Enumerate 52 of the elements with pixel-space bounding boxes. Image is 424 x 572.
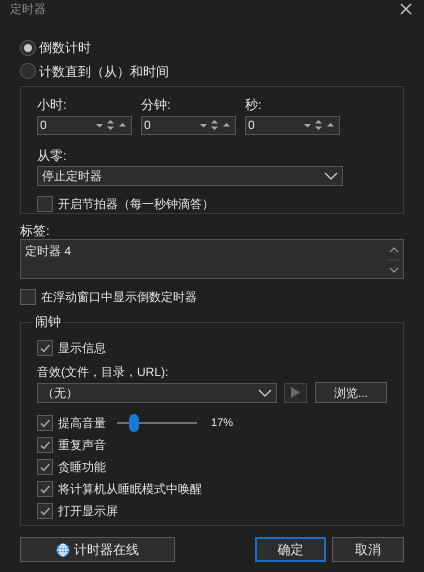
- field-label: 音效(文件，目录，URL):: [37, 364, 170, 380]
- field-label: 秒:: [245, 96, 263, 114]
- ok-button[interactable]: 确定: [254, 537, 326, 562]
- checkmark-icon: [39, 483, 51, 495]
- online-button[interactable]: 计时器在线: [20, 537, 175, 562]
- dropdown[interactable]: 停止定时器: [37, 166, 343, 186]
- checkbox-label: 开启节拍器（每一秒钟滴答）: [58, 196, 214, 213]
- chevron-down-icon: [324, 172, 338, 180]
- field-label: 小时:: [37, 96, 68, 114]
- checkmark-icon: [39, 417, 51, 429]
- checkmark-icon: [39, 439, 51, 451]
- checkbox[interactable]: [37, 459, 53, 475]
- checkbox[interactable]: [37, 481, 53, 497]
- spin-box[interactable]: 0: [245, 116, 340, 134]
- slider-thumb[interactable]: [128, 414, 139, 432]
- checkbox-label: 打开显示屏: [58, 503, 118, 520]
- checkbox[interactable]: [20, 289, 36, 305]
- checkmark-icon: [39, 505, 51, 517]
- radio-label: 计数直到（从）和时间: [39, 62, 169, 80]
- radio-label: 倒数计时: [39, 39, 91, 57]
- checkbox[interactable]: [37, 503, 53, 519]
- text-area[interactable]: 定时器 4: [20, 239, 404, 279]
- checkbox-label: 在浮动窗口中显示倒数定时器: [41, 289, 197, 306]
- dropdown[interactable]: （无）: [37, 382, 277, 402]
- field-label: 标签:: [20, 223, 51, 239]
- cancel-button[interactable]: 取消: [332, 537, 404, 562]
- play-button[interactable]: [284, 382, 308, 402]
- checkbox[interactable]: [37, 415, 53, 431]
- checkbox[interactable]: [37, 437, 53, 453]
- spin-box[interactable]: 0: [37, 116, 132, 134]
- chevron-down-icon: [258, 388, 272, 396]
- checkbox-label: 提高音量: [58, 415, 106, 432]
- browse-button[interactable]: 浏览...: [315, 382, 387, 403]
- close-icon[interactable]: [400, 3, 412, 15]
- group-title: 闹钟: [33, 314, 63, 330]
- checkbox-label: 重复声音: [58, 437, 106, 454]
- radio-button[interactable]: [20, 63, 36, 80]
- slider-value: 17%: [211, 416, 234, 431]
- play-icon: [291, 387, 300, 398]
- checkbox[interactable]: [37, 196, 53, 212]
- checkbox-label: 贪睡功能: [58, 459, 106, 476]
- checkbox[interactable]: [37, 340, 53, 356]
- spin-box[interactable]: 0: [141, 116, 236, 134]
- field-label: 从零:: [37, 146, 68, 164]
- field-label: 分钟:: [141, 96, 172, 114]
- checkbox-label: 显示信息: [58, 340, 106, 357]
- globe-icon: [56, 542, 70, 556]
- checkbox-label: 将计算机从睡眠模式中唤醒: [58, 481, 202, 498]
- window-title: 定时器: [10, 1, 46, 18]
- checkmark-icon: [39, 342, 51, 354]
- checkmark-icon: [39, 461, 51, 473]
- radio-button[interactable]: [20, 40, 36, 56]
